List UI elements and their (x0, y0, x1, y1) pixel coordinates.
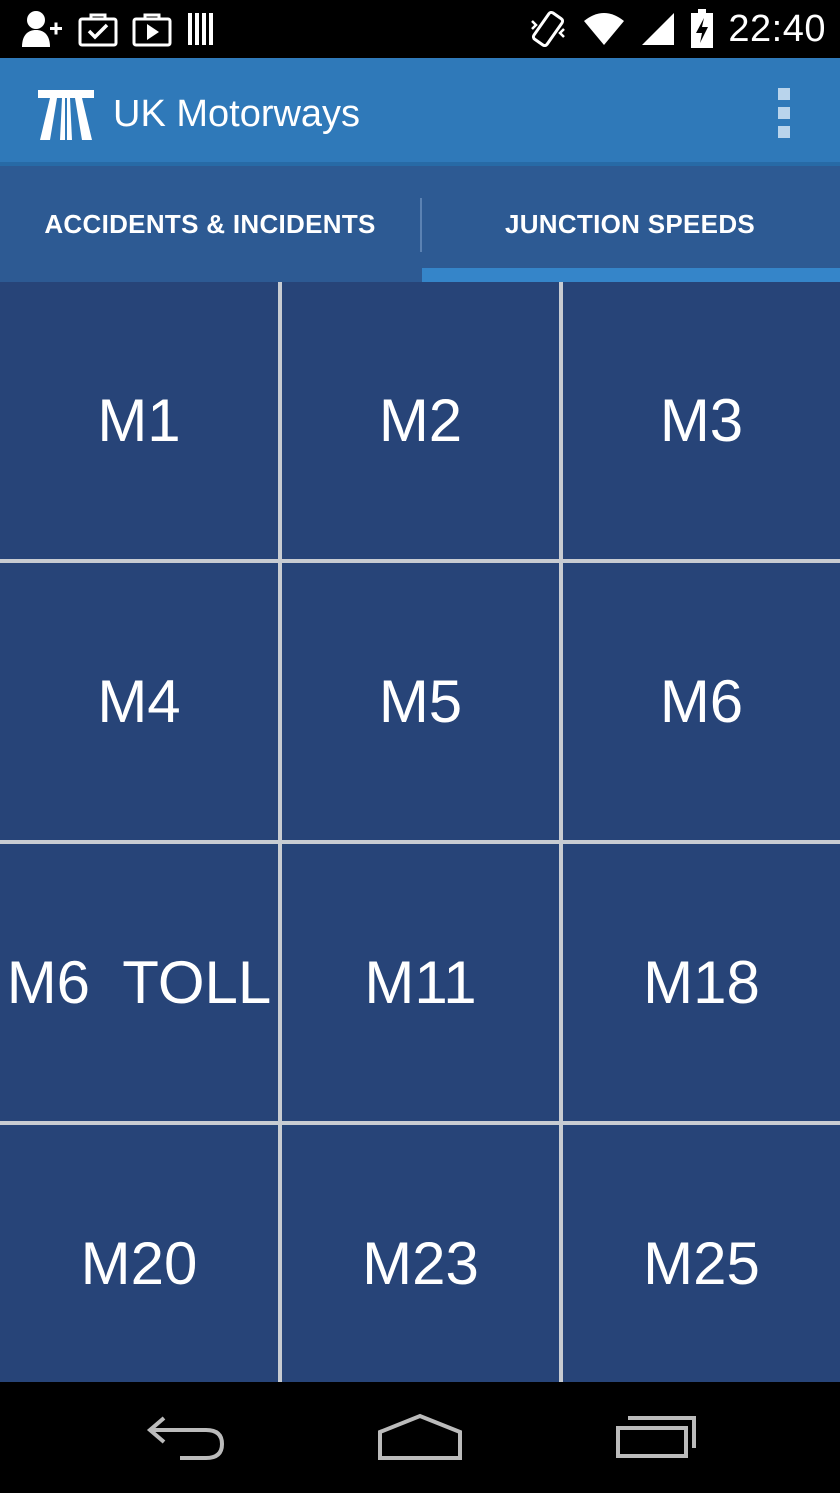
briefcase-check-icon (78, 13, 118, 47)
overflow-dot (778, 88, 790, 100)
motorway-tile-m18[interactable]: M18 (563, 844, 840, 1121)
selected-tab-indicator (422, 268, 840, 282)
motorway-grid: M1 M2 M3 M4 M5 M6 M6 TOLL M11 M18 M20 M2… (0, 282, 840, 1382)
system-indicators: 22:40 (528, 0, 826, 58)
tab-junction-speeds[interactable]: JUNCTION SPEEDS (420, 166, 840, 282)
motorway-tile-m5[interactable]: M5 (282, 563, 559, 840)
motorway-icon[interactable] (36, 86, 96, 142)
screen: 22:40 UK Motorways ACCIDENTS & INCIDENTS… (0, 0, 840, 1493)
motorway-tile-m1[interactable]: M1 (0, 282, 278, 559)
motorway-tile-m4[interactable]: M4 (0, 563, 278, 840)
vibrate-icon (531, 10, 566, 48)
wifi-icon (584, 13, 625, 45)
action-bar: UK Motorways (0, 58, 840, 166)
barcode-icon (188, 13, 213, 45)
motorway-tile-m23[interactable]: M23 (282, 1125, 559, 1382)
clock: 22:40 (728, 7, 826, 50)
motorway-tile-m20[interactable]: M20 (0, 1125, 278, 1382)
motorway-tile-m11[interactable]: M11 (282, 844, 559, 1121)
navigation-bar (0, 1382, 840, 1493)
notification-icons (20, 0, 218, 58)
home-icon[interactable] (376, 1410, 464, 1466)
motorway-tile-m6[interactable]: M6 (563, 563, 840, 840)
overflow-dot (778, 126, 790, 138)
overflow-dot (778, 107, 790, 119)
battery-charging-icon (691, 9, 714, 48)
motorway-tile-m3[interactable]: M3 (563, 282, 840, 559)
motorway-tile-m2[interactable]: M2 (282, 282, 559, 559)
tab-accidents-incidents[interactable]: ACCIDENTS & INCIDENTS (0, 166, 420, 282)
tab-bar: ACCIDENTS & INCIDENTS JUNCTION SPEEDS (0, 166, 840, 282)
recent-apps-icon[interactable] (614, 1410, 698, 1466)
motorway-tile-m25[interactable]: M25 (563, 1125, 840, 1382)
back-icon[interactable] (146, 1410, 228, 1466)
app-title: UK Motorways (113, 93, 361, 135)
signal-icon (642, 13, 675, 45)
status-bar: 22:40 (0, 0, 840, 58)
motorway-tile-m6-toll[interactable]: M6 TOLL (0, 844, 278, 1121)
overflow-menu-icon[interactable] (770, 88, 798, 138)
add-contact-icon (22, 11, 62, 47)
briefcase-play-icon (132, 13, 172, 47)
